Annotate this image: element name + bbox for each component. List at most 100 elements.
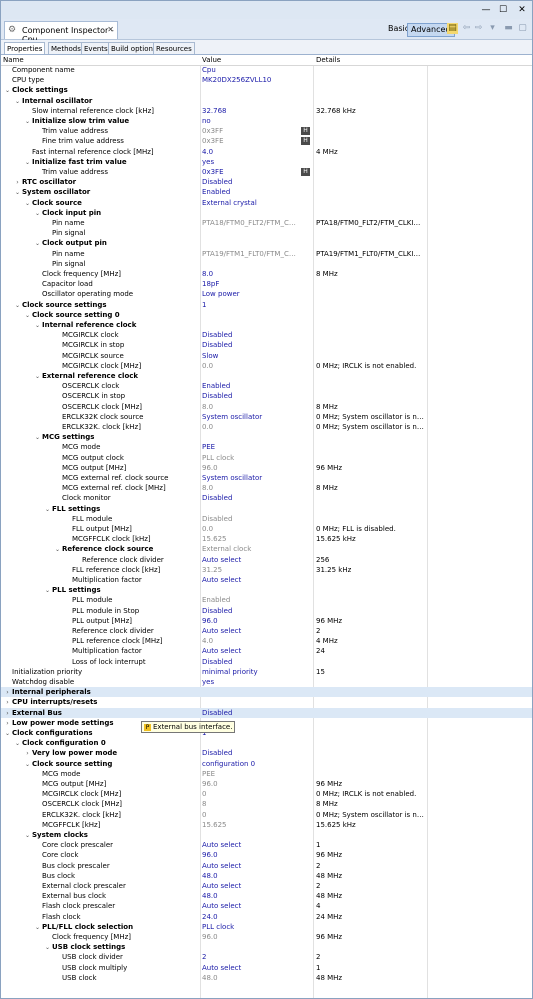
property-row[interactable]: ⌄ Clock configurations 1 — [1, 728, 532, 738]
property-row[interactable]: ⌄ Clock configuration 0 — [1, 738, 532, 748]
property-row[interactable]: Pin name PTA18/FTM0_FLT2/FTM_CLKIN0/E... P… — [1, 218, 532, 228]
property-row[interactable]: › CPU interrupts/resets — [1, 697, 532, 707]
column-header-name[interactable]: Name — [3, 55, 199, 65]
view-tab[interactable]: ⚙ Component Inspector - Cpu ✕ — [4, 21, 118, 44]
property-row[interactable]: USB clock divider 2 2 — [1, 952, 532, 962]
property-value[interactable]: Cpu — [202, 65, 298, 75]
collapse-chevron-icon[interactable]: ⌄ — [23, 311, 32, 320]
property-row[interactable]: ERCLK32K. clock [kHz] 0.0 0 MHz; System os… — [1, 422, 532, 432]
property-row[interactable]: Trim value address 0x3FE H — [1, 167, 532, 177]
property-row[interactable]: FLL module Disabled — [1, 514, 532, 524]
column-header-details[interactable]: Details — [316, 55, 340, 65]
property-row[interactable]: Pin name PTA19/FTM1_FLT0/FTM_CLKIN1/L... P… — [1, 249, 532, 259]
property-value[interactable]: Enabled — [202, 595, 298, 605]
property-row[interactable]: MCGFFCLK clock [kHz] 15.625 15.625 kHz — [1, 534, 532, 544]
property-row[interactable]: PLL module in Stop Disabled — [1, 606, 532, 616]
property-row[interactable]: Core clock prescaler Auto select 1 — [1, 840, 532, 850]
property-value[interactable] — [202, 320, 298, 330]
property-value[interactable]: Slow — [202, 351, 298, 361]
collapse-chevron-icon[interactable]: ⌄ — [13, 97, 22, 106]
property-row[interactable]: PLL output [MHz] 96.0 96 MHz — [1, 616, 532, 626]
property-value[interactable]: 96.0 — [202, 779, 298, 789]
property-row[interactable]: ⌄ System clocks — [1, 830, 532, 840]
property-row[interactable]: Initialization priority minimal priority 1… — [1, 667, 532, 677]
property-value[interactable]: 8.0 — [202, 269, 298, 279]
property-value[interactable] — [202, 96, 298, 106]
property-value[interactable]: 0x3FE — [202, 136, 298, 146]
property-row[interactable]: Flash clock 24.0 24 MHz — [1, 912, 532, 922]
property-row[interactable]: ⌄ Initialize slow trim value no — [1, 116, 532, 126]
expand-chevron-icon[interactable]: › — [23, 749, 32, 758]
collapse-chevron-icon[interactable]: ⌄ — [3, 729, 12, 738]
hex-format-icon[interactable]: H — [301, 168, 310, 176]
property-value[interactable]: 96.0 — [202, 850, 298, 860]
collapse-chevron-icon[interactable]: ⌄ — [33, 433, 42, 442]
property-value[interactable]: Auto select — [202, 881, 298, 891]
property-value[interactable]: Disabled — [202, 391, 298, 401]
property-value[interactable] — [202, 228, 298, 238]
tab-resources[interactable]: Resources — [153, 42, 195, 54]
property-row[interactable]: › Low power mode settings — [1, 718, 532, 728]
property-row[interactable]: Bus clock 48.0 48 MHz — [1, 871, 532, 881]
property-row[interactable]: MCG external ref. clock source System osc… — [1, 473, 532, 483]
collapse-chevron-icon[interactable]: ⌄ — [43, 505, 52, 514]
property-value[interactable]: PEE — [202, 442, 298, 452]
property-row[interactable]: FLL reference clock [kHz] 31.25 31.25 kHz — [1, 565, 532, 575]
property-row[interactable]: External bus clock 48.0 48 MHz — [1, 891, 532, 901]
property-value[interactable]: Auto select — [202, 575, 298, 585]
property-value[interactable]: Auto select — [202, 963, 298, 973]
note-icon[interactable]: ▤ — [447, 23, 458, 34]
expand-chevron-icon[interactable]: › — [3, 698, 12, 707]
property-value[interactable]: minimal priority — [202, 667, 298, 677]
property-row[interactable]: Pin signal — [1, 228, 532, 238]
property-row[interactable]: PLL reference clock [MHz] 4.0 4 MHz — [1, 636, 532, 646]
property-row[interactable]: ⌄ External reference clock — [1, 371, 532, 381]
property-value[interactable]: Enabled — [202, 381, 298, 391]
property-value[interactable]: 48.0 — [202, 871, 298, 881]
property-row[interactable]: CPU type MK20DX256ZVLL10 — [1, 75, 532, 85]
property-value[interactable]: MK20DX256ZVLL10 — [202, 75, 298, 85]
property-value[interactable] — [202, 85, 298, 95]
property-value[interactable]: Auto select — [202, 555, 298, 565]
property-value[interactable] — [202, 371, 298, 381]
property-row[interactable]: ⌄ Clock output pin — [1, 238, 532, 248]
property-value[interactable]: 0x3FF — [202, 126, 298, 136]
property-row[interactable]: Core clock 96.0 96 MHz — [1, 850, 532, 860]
property-value[interactable]: configuration 0 — [202, 759, 298, 769]
collapse-chevron-icon[interactable]: ⌄ — [33, 372, 42, 381]
property-value[interactable] — [202, 942, 298, 952]
property-row[interactable]: External clock prescaler Auto select 2 — [1, 881, 532, 891]
property-row[interactable]: OSCERCLK clock Enabled — [1, 381, 532, 391]
property-value[interactable]: 96.0 — [202, 463, 298, 473]
property-row[interactable]: ⌄ Clock source setting 0 — [1, 310, 532, 320]
property-value[interactable] — [202, 585, 298, 595]
collapse-chevron-icon[interactable]: ⌄ — [13, 301, 22, 310]
property-row[interactable]: ⌄ MCG settings — [1, 432, 532, 442]
property-row[interactable]: Loss of lock interrupt Disabled — [1, 657, 532, 667]
property-value[interactable]: 15.625 — [202, 820, 298, 830]
forward-icon[interactable]: ⇨ — [473, 23, 484, 34]
property-value[interactable] — [202, 432, 298, 442]
property-value[interactable]: PTA19/FTM1_FLT0/FTM_CLKIN1/L... — [202, 249, 298, 259]
property-row[interactable]: OSCERCLK clock [MHz] 8 8 MHz — [1, 799, 532, 809]
property-row[interactable]: ⌄ PLL settings — [1, 585, 532, 595]
property-value[interactable]: Low power — [202, 289, 298, 299]
property-row[interactable]: Oscillator operating mode Low power — [1, 289, 532, 299]
collapse-chevron-icon[interactable]: ⌄ — [13, 739, 22, 748]
maximize-view-icon[interactable]: ▢ — [517, 23, 528, 34]
property-value[interactable] — [202, 259, 298, 269]
hex-format-icon[interactable]: H — [301, 137, 310, 146]
collapse-chevron-icon[interactable]: ⌄ — [23, 831, 32, 840]
property-value[interactable]: 96.0 — [202, 932, 298, 942]
minimize-icon[interactable]: — — [479, 4, 493, 16]
property-row[interactable]: › RTC oscillator Disabled — [1, 177, 532, 187]
property-value[interactable]: 4.0 — [202, 636, 298, 646]
property-value[interactable] — [202, 830, 298, 840]
property-value[interactable] — [202, 238, 298, 248]
property-value[interactable]: Auto select — [202, 861, 298, 871]
property-row[interactable]: ⌄ PLL/FLL clock selection PLL clock — [1, 922, 532, 932]
back-icon[interactable]: ⇦ — [461, 23, 472, 34]
property-row[interactable]: MCGIRCLK source Slow — [1, 351, 532, 361]
property-row[interactable]: Reference clock divider Auto select 256 — [1, 555, 532, 565]
property-value[interactable]: System oscillator — [202, 473, 298, 483]
